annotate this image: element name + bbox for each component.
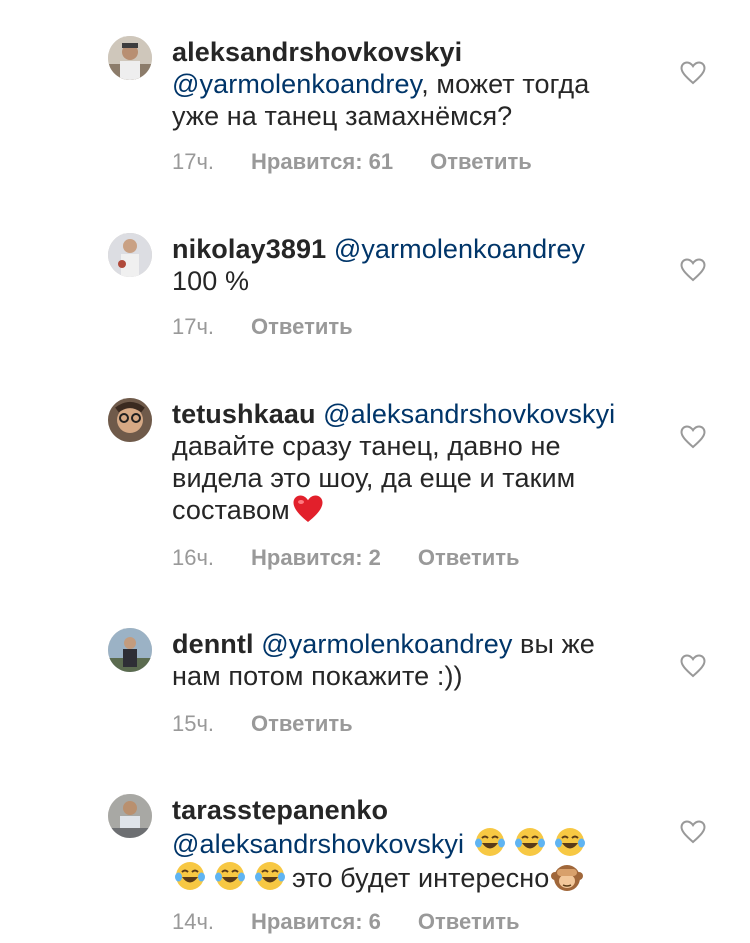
comment-text: tarasstepanenko @aleksandrshovkovskyi это…	[172, 794, 652, 894]
comment-time: 16ч.	[172, 545, 215, 570]
tears-of-joy-emoji-icon	[175, 862, 205, 890]
comment-text: denntl @yarmolenkoandrey вы же нам потом …	[172, 628, 652, 692]
comment-text: aleksandrshovkovskyi @yarmolenkoandrey, м…	[172, 36, 652, 132]
tears-of-joy-emoji-icon	[514, 828, 545, 856]
reply-button[interactable]: Ответить	[251, 711, 353, 737]
comment-username[interactable]: aleksandrshovkovskyi	[172, 37, 462, 67]
heart-outline-icon[interactable]	[680, 820, 706, 844]
avatar[interactable]	[108, 36, 152, 80]
heart-outline-icon[interactable]	[680, 654, 706, 678]
tears-of-joy-emoji-icon	[255, 862, 285, 890]
comment-body: давайте сразу танец, давно не	[172, 431, 561, 461]
tears-of-joy-emoji-icon	[474, 828, 505, 856]
comment-mention[interactable]: @yarmolenkoandrey	[172, 69, 421, 99]
comment-time: 17ч.	[172, 149, 215, 174]
reply-button[interactable]: Ответить	[430, 149, 532, 175]
comment-likes[interactable]: Нравится: 6	[251, 909, 381, 935]
comment-mention[interactable]: @aleksandrshovkovskyi	[323, 399, 615, 429]
comment-meta: 14ч. Нравится: 6 Ответить	[172, 909, 557, 935]
avatar[interactable]	[108, 794, 152, 838]
comment-body: вы же	[512, 629, 595, 659]
comment-text: tetushkaau @aleksandrshovkovskyi давайте …	[172, 398, 652, 526]
comment-mention[interactable]: @aleksandrshovkovskyi	[172, 829, 464, 859]
comment-likes[interactable]: Нравится: 61	[251, 149, 393, 175]
comment-time: 15ч.	[172, 711, 215, 736]
comment-body: 100 %	[172, 266, 250, 296]
comment-meta: 15ч. Ответить	[172, 711, 390, 737]
red-heart-emoji-icon	[293, 495, 323, 522]
comment-body: составом	[172, 495, 290, 525]
comment-username[interactable]: tarasstepanenko	[172, 795, 388, 825]
comment-meta: 17ч. Ответить	[172, 314, 390, 340]
heart-outline-icon[interactable]	[680, 61, 706, 85]
avatar[interactable]	[108, 233, 152, 277]
see-no-evil-monkey-emoji-icon	[551, 865, 584, 891]
reply-button[interactable]: Ответить	[418, 909, 520, 935]
avatar[interactable]	[108, 628, 152, 672]
comment-meta: 16ч. Нравится: 2 Ответить	[172, 545, 557, 571]
comment-mention[interactable]: @yarmolenkoandrey	[261, 629, 512, 659]
comment-username[interactable]: nikolay3891	[172, 234, 326, 264]
comment-body: уже на танец замахнёмся?	[172, 101, 513, 131]
comment-meta: 17ч. Нравится: 61 Ответить	[172, 149, 569, 175]
comments-thread: aleksandrshovkovskyi @yarmolenkoandrey, м…	[0, 0, 750, 943]
comment-body: нам потом покажите :))	[172, 661, 463, 691]
comment-username[interactable]: tetushkaau	[172, 399, 316, 429]
heart-outline-icon[interactable]	[680, 425, 706, 449]
tears-of-joy-emoji-icon	[215, 862, 245, 890]
comment-body: , может тогда	[421, 69, 590, 99]
reply-button[interactable]: Ответить	[418, 545, 520, 571]
comment-mention[interactable]: @yarmolenkoandrey	[334, 234, 585, 264]
comment-time: 17ч.	[172, 314, 215, 339]
heart-outline-icon[interactable]	[680, 258, 706, 282]
comment-body: это будет интересно	[292, 863, 550, 893]
reply-button[interactable]: Ответить	[251, 314, 353, 340]
comment-text: nikolay3891 @yarmolenkoandrey 100 %	[172, 233, 652, 297]
comment-username[interactable]: denntl	[172, 629, 254, 659]
comment-body: видела это шоу, да еще и таким	[172, 463, 576, 493]
comment-likes[interactable]: Нравится: 2	[251, 545, 381, 571]
avatar[interactable]	[108, 398, 152, 442]
comment-time: 14ч.	[172, 909, 215, 934]
tears-of-joy-emoji-icon	[554, 828, 585, 856]
